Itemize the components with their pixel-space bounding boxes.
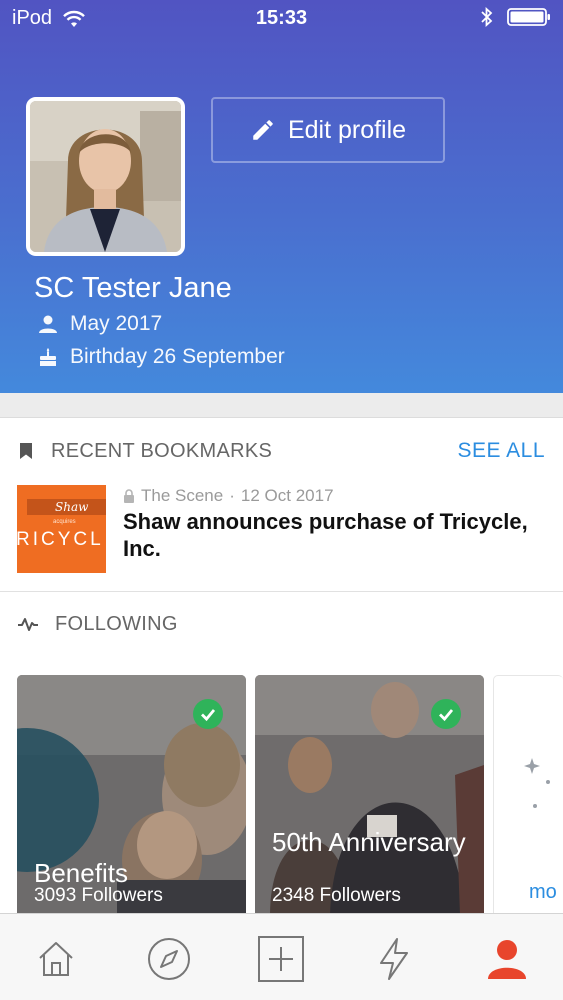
meta-separator: ·: [229, 486, 235, 505]
tab-bar: [0, 913, 563, 1000]
tab-home[interactable]: [31, 934, 81, 984]
thumb-word: RICYCL: [17, 529, 104, 550]
following-check-icon: [193, 699, 223, 729]
thumb-logo-bar: Shaw: [27, 499, 106, 515]
following-card-benefits[interactable]: Benefits 3093 Followers: [17, 675, 246, 915]
bookmarks-header: RECENT BOOKMARKS SEE ALL: [0, 431, 563, 471]
see-all-link[interactable]: SEE ALL: [457, 439, 545, 463]
joined-row: May 2017: [38, 312, 162, 336]
home-icon: [39, 942, 73, 976]
following-card-anniversary[interactable]: 50th Anniversary 2348 Followers: [255, 675, 484, 915]
clock: 15:33: [255, 7, 308, 29]
following-header: FOLLOWING: [0, 604, 563, 644]
profile-icon: [488, 940, 526, 979]
card-followers: 3093 Followers: [34, 885, 163, 906]
battery-icon: [507, 8, 550, 26]
sparkle-icon: [524, 758, 550, 808]
following-check-icon: [431, 699, 461, 729]
status-right: [481, 7, 551, 27]
bluetooth-icon: [481, 7, 493, 27]
lightning-icon: [380, 938, 408, 980]
more-link[interactable]: mo: [529, 881, 557, 904]
bookmark-meta: The Scene · 12 Oct 2017: [123, 486, 334, 506]
profile-header: iPod 15:33 Edit profile SC Tester Jane M…: [0, 0, 563, 393]
following-title: FOLLOWING: [55, 612, 178, 635]
tab-activity[interactable]: [369, 934, 419, 984]
thumb-logo-text: Shaw: [55, 500, 89, 514]
following-card-more[interactable]: mo: [493, 675, 563, 915]
bookmark-source: The Scene: [141, 486, 224, 505]
birthday-text: Birthday 26 September: [70, 345, 285, 368]
card-followers: 2348 Followers: [272, 885, 401, 906]
status-bar: iPod 15:33: [0, 0, 563, 38]
lock-icon: [124, 489, 134, 503]
card-title: 50th Anniversary: [272, 827, 466, 857]
tab-profile[interactable]: [482, 934, 532, 984]
bookmark-thumbnail[interactable]: Shaw acquires RICYCL: [17, 485, 106, 573]
profile-name: SC Tester Jane: [34, 272, 232, 304]
tab-explore[interactable]: [144, 934, 194, 984]
avatar-photo: [30, 101, 181, 252]
edit-profile-button[interactable]: Edit profile: [211, 97, 445, 163]
person-icon: [39, 315, 57, 333]
activity-icon: [18, 618, 38, 631]
pencil-icon: [253, 120, 273, 140]
add-icon: [258, 936, 304, 982]
section-divider: [0, 393, 563, 418]
bookmarks-divider: [0, 591, 563, 592]
tab-create[interactable]: [256, 934, 306, 984]
edit-profile-label: Edit profile: [287, 115, 407, 144]
thumb-small-text: acquires: [53, 519, 76, 525]
avatar[interactable]: [26, 97, 185, 256]
bookmark-icon: [20, 443, 32, 459]
bookmark-title[interactable]: Shaw announces purchase of Tricycle, Inc…: [123, 508, 543, 562]
compass-icon: [148, 938, 190, 980]
cake-icon: [40, 348, 56, 366]
birthday-row: Birthday 26 September: [38, 345, 285, 369]
bookmarks-title: RECENT BOOKMARKS: [51, 439, 273, 462]
joined-date: May 2017: [70, 312, 163, 335]
bookmark-date: 12 Oct 2017: [240, 486, 334, 505]
